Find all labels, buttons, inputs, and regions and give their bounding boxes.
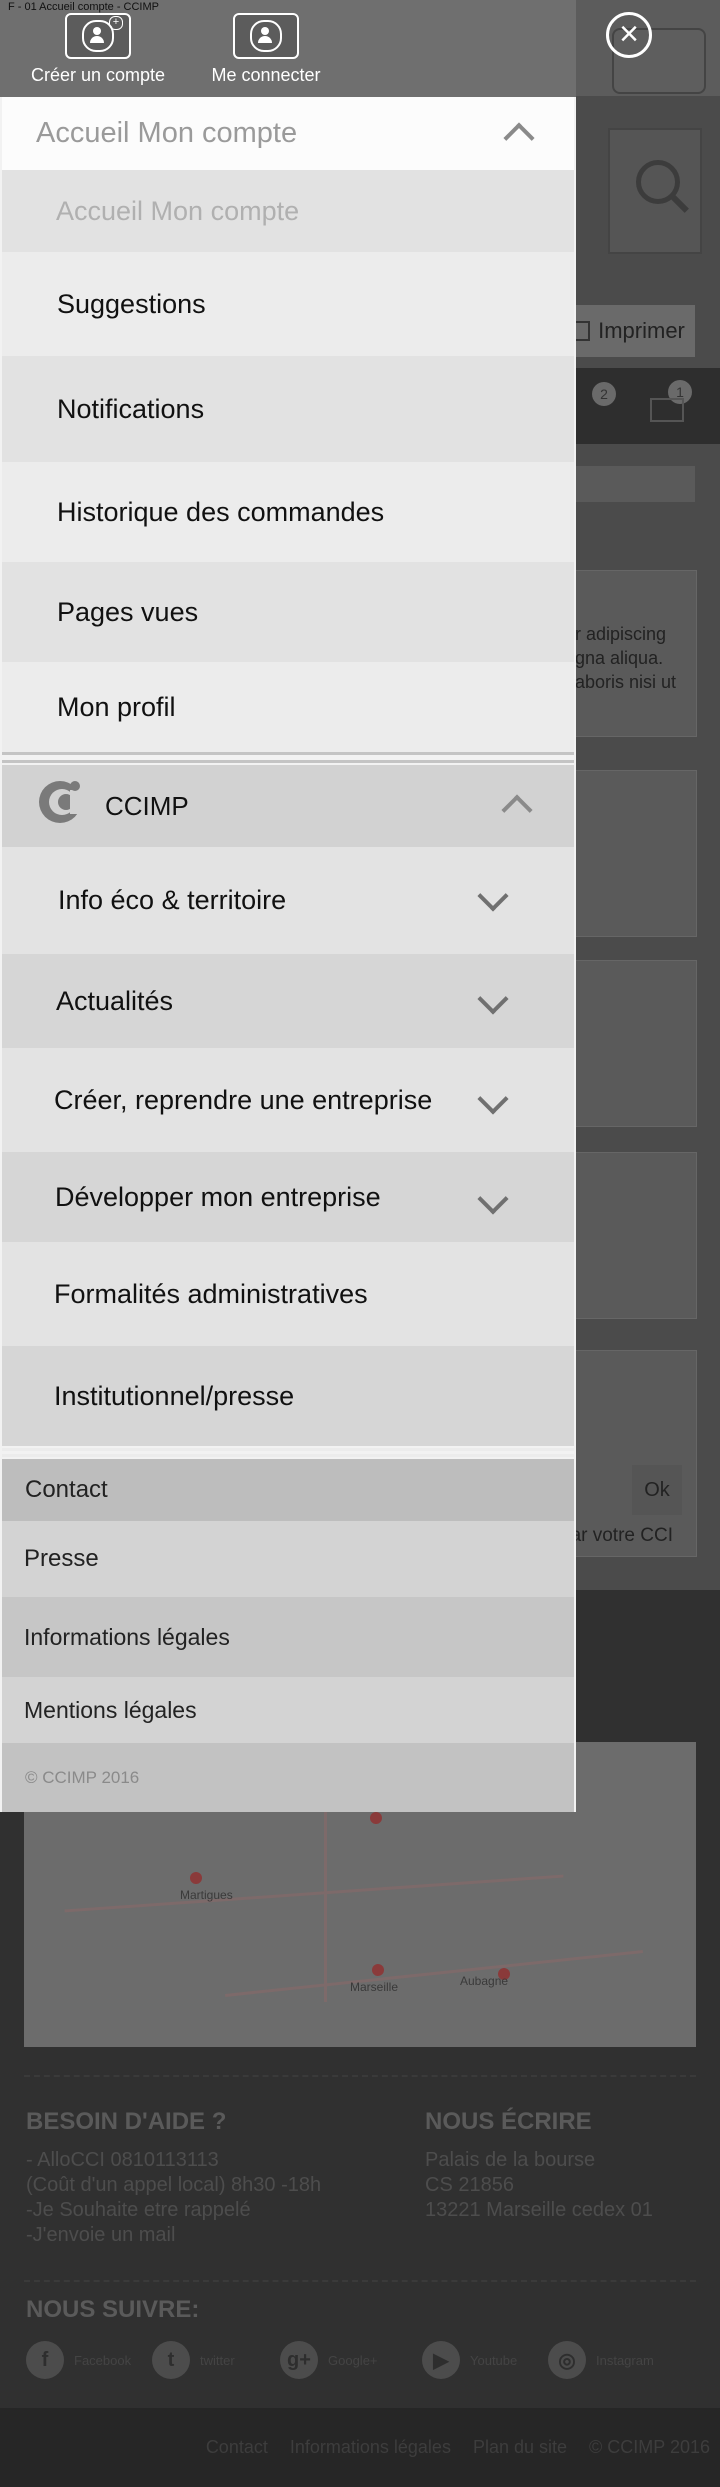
- menu-item-actualites[interactable]: Actualités: [2, 954, 574, 1048]
- close-menu-button[interactable]: ×: [606, 12, 652, 58]
- bottom-link: Plan du site: [472, 2437, 568, 2457]
- address-line: Palais de la bourse: [425, 2149, 596, 2171]
- facebook-icon: f: [26, 2341, 64, 2379]
- divider: [24, 2075, 696, 2079]
- chevron-up-icon: [503, 122, 535, 154]
- help-line: - AlloCCI 0810113113: [26, 2149, 219, 2171]
- menu-item-accueil-mon-compte[interactable]: Accueil Mon compte: [2, 170, 574, 252]
- background-search-box: [608, 128, 702, 254]
- background-text-line: r adipiscing: [575, 624, 667, 644]
- background-text-line: aboris nisi ut: [575, 672, 677, 692]
- footer-link-mentions-legales[interactable]: Mentions légales: [2, 1677, 574, 1743]
- write-title: NOUS ÉCRIRE: [425, 2108, 592, 2135]
- menu-item-notifications[interactable]: Notifications: [2, 356, 574, 462]
- help-line: -J'envoie un mail: [26, 2224, 176, 2246]
- social-instagram: ◎ Instagram: [548, 2340, 654, 2380]
- copyright: © CCIMP 2016: [2, 1743, 574, 1812]
- social-youtube: ▶ Youtube: [422, 2340, 517, 2380]
- account-section-title: Accueil Mon compte: [36, 117, 298, 149]
- social-facebook: f Facebook: [26, 2340, 131, 2380]
- ccimp-section-title: CCIMP: [105, 790, 189, 821]
- background-ok-button: Ok: [632, 1465, 682, 1515]
- address-line: 13221 Marseille cedex 01: [425, 2199, 653, 2221]
- chevron-down-icon[interactable]: [477, 983, 509, 1015]
- login-button[interactable]: Me connecter: [206, 13, 326, 86]
- separator: [2, 1454, 574, 1457]
- menu-item-suggestions[interactable]: Suggestions: [2, 252, 574, 356]
- youtube-icon: ▶: [422, 2341, 460, 2379]
- user-icon: [250, 20, 282, 52]
- social-twitter: t twitter: [152, 2340, 235, 2380]
- footer-link-presse[interactable]: Presse: [2, 1521, 574, 1597]
- menu-item-formalites[interactable]: Formalités administratives: [2, 1242, 574, 1346]
- bottom-link: Informations légales: [289, 2437, 451, 2457]
- separator: [2, 1448, 574, 1451]
- twitter-icon: t: [152, 2341, 190, 2379]
- ccimp-logo-icon: [39, 781, 86, 823]
- help-line: -Je Souhaite etre rappelé: [26, 2199, 251, 2221]
- social-google-plus: g+ Google+: [280, 2340, 378, 2380]
- instagram-icon: ◎: [548, 2341, 586, 2379]
- background-card: [560, 770, 697, 937]
- separator: [2, 752, 574, 755]
- background-card: [560, 1152, 697, 1319]
- create-account-button[interactable]: + Créer un compte: [30, 13, 166, 86]
- account-section-header[interactable]: Accueil Mon compte: [2, 97, 574, 170]
- menu-item-creer-reprendre[interactable]: Créer, reprendre une entreprise: [2, 1048, 574, 1152]
- map-pin-icon: [372, 1964, 384, 1976]
- background-card: [560, 960, 697, 1127]
- bottom-link: © CCIMP 2016: [589, 2437, 710, 2457]
- envelope-icon: [650, 398, 684, 422]
- notification-badge: 2: [592, 382, 616, 406]
- background-cci-text: par votre CCI: [560, 1525, 673, 1546]
- follow-title: NOUS SUIVRE:: [26, 2296, 200, 2323]
- ccimp-section-header[interactable]: CCIMP: [2, 765, 574, 847]
- google-plus-icon: g+: [280, 2341, 318, 2379]
- background-text-line: gna aliqua.: [575, 648, 664, 668]
- separator: [2, 760, 574, 763]
- divider: [24, 2280, 696, 2284]
- close-icon: ×: [619, 15, 639, 53]
- map-pin-icon: [190, 1872, 202, 1884]
- help-title: BESOIN D'AIDE ?: [26, 2108, 227, 2135]
- chevron-down-icon[interactable]: [477, 1083, 509, 1115]
- navigation-drawer: F - 01 Accueil compte - CCIMP + Créer un…: [0, 0, 576, 1812]
- chevron-up-icon: [501, 794, 533, 826]
- menu-item-historique-commandes[interactable]: Historique des commandes: [2, 462, 574, 562]
- window-title: F - 01 Accueil compte - CCIMP: [8, 1, 159, 13]
- footer-link-contact[interactable]: Contact: [2, 1459, 574, 1521]
- chevron-down-icon[interactable]: [477, 880, 509, 912]
- menu-item-developper[interactable]: Développer mon entreprise: [2, 1152, 574, 1242]
- menu-item-mon-profil[interactable]: Mon profil: [2, 662, 574, 752]
- chevron-down-icon[interactable]: [477, 1183, 509, 1215]
- drawer-top-bar: F - 01 Accueil compte - CCIMP + Créer un…: [0, 0, 576, 97]
- map-label: Martigues: [180, 1888, 233, 1902]
- bottom-link: Contact: [205, 2437, 268, 2457]
- map-label: Aubagne: [460, 1974, 509, 1988]
- background-print-button: Imprimer: [560, 305, 695, 357]
- footer-link-informations-legales[interactable]: Informations légales: [2, 1597, 574, 1677]
- background-bottom-links: Contact Informations légales Plan du sit…: [206, 2437, 710, 2458]
- menu-item-institutionnel[interactable]: Institutionnel/presse: [2, 1346, 574, 1446]
- map-label: Marseille: [350, 1980, 399, 1994]
- background-bar: [560, 466, 695, 502]
- map-pin-icon: [370, 1812, 382, 1824]
- address-line: CS 21856: [425, 2174, 514, 2196]
- help-line: (Coût d'un appel local) 8h30 -18h: [26, 2174, 322, 2196]
- menu-item-info-eco[interactable]: Info éco & territoire: [2, 847, 574, 954]
- menu-item-pages-vues[interactable]: Pages vues: [2, 562, 574, 662]
